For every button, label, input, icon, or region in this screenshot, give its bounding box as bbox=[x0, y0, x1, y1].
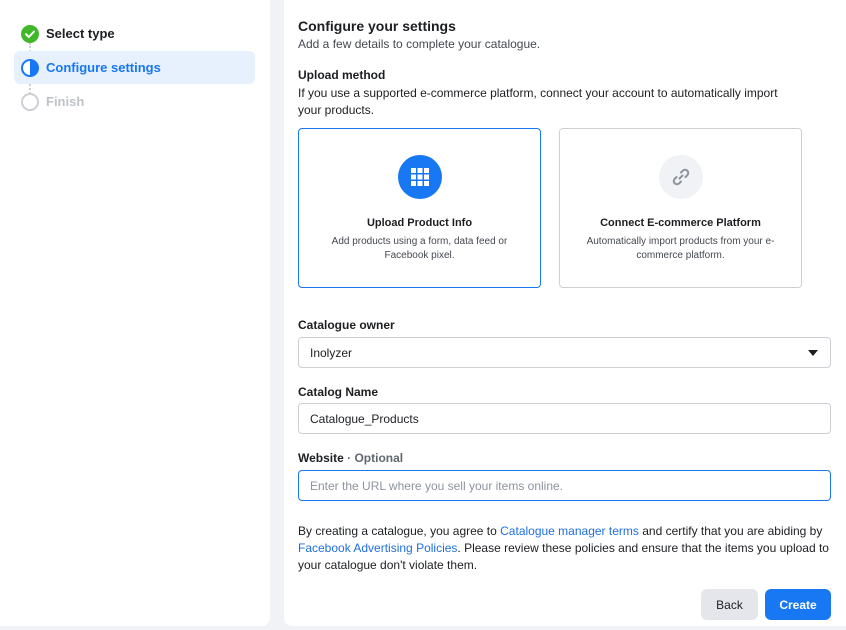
empty-circle-icon bbox=[21, 92, 39, 111]
catalogue-owner-value: Inolyzer bbox=[310, 345, 353, 360]
optional-tag: · Optional bbox=[347, 451, 404, 465]
page-title: Configure your settings bbox=[298, 18, 456, 34]
step-label: Select type bbox=[46, 26, 115, 41]
settings-panel: Configure your settings Add a few detail… bbox=[284, 0, 846, 626]
advertising-policies-link[interactable]: Facebook Advertising Policies bbox=[298, 541, 457, 555]
website-field[interactable] bbox=[298, 470, 831, 501]
terms-part: By creating a catalogue, you agree to bbox=[298, 524, 501, 538]
catalog-name-label: Catalog Name bbox=[298, 385, 379, 399]
card-description: Automatically import products from your … bbox=[586, 236, 775, 261]
wizard-sidebar: Select type Configure settings Finish bbox=[0, 0, 270, 626]
card-title: Upload Product Info bbox=[366, 217, 473, 229]
catalog-name-field[interactable]: Catalogue_Products bbox=[298, 403, 831, 434]
website-label-text: Website bbox=[298, 451, 344, 465]
catalogue-owner-label: Catalogue owner bbox=[298, 318, 395, 332]
link-icon bbox=[659, 155, 703, 199]
website-input[interactable] bbox=[310, 478, 830, 493]
step-label: Configure settings bbox=[46, 60, 161, 75]
terms-text: By creating a catalogue, you agree to Ca… bbox=[298, 523, 838, 574]
page-subtitle: Add a few details to complete your catal… bbox=[298, 37, 541, 51]
step-finish[interactable]: Finish bbox=[14, 85, 255, 118]
create-button[interactable]: Create bbox=[765, 589, 831, 620]
connect-ecommerce-card[interactable]: Connect E-commerce Platform Automaticall… bbox=[559, 128, 802, 288]
half-circle-icon bbox=[21, 58, 39, 77]
step-label: Finish bbox=[46, 94, 85, 109]
upload-method-title: Upload method bbox=[298, 68, 386, 82]
card-title: Connect E-commerce Platform bbox=[600, 217, 761, 229]
grid-icon bbox=[398, 155, 442, 199]
caret-down-icon bbox=[808, 350, 818, 356]
card-description: Add products using a form, data feed or … bbox=[331, 236, 508, 261]
back-button[interactable]: Back bbox=[701, 589, 758, 620]
upload-product-info-card[interactable]: Upload Product Info Add products using a… bbox=[298, 128, 541, 288]
catalogue-owner-select[interactable]: Inolyzer bbox=[298, 337, 831, 368]
catalog-name-value: Catalogue_Products bbox=[310, 411, 419, 426]
website-label: Website · Optional bbox=[298, 451, 403, 465]
step-configure-settings[interactable]: Configure settings bbox=[14, 51, 255, 84]
step-select-type[interactable]: Select type bbox=[14, 17, 255, 50]
catalogue-manager-terms-link[interactable]: Catalogue manager terms bbox=[500, 524, 639, 538]
upload-method-description: If you use a supported e-commerce platfo… bbox=[298, 86, 778, 117]
terms-part: and certify that you are abiding by bbox=[638, 524, 823, 538]
check-circle-icon bbox=[21, 24, 39, 43]
